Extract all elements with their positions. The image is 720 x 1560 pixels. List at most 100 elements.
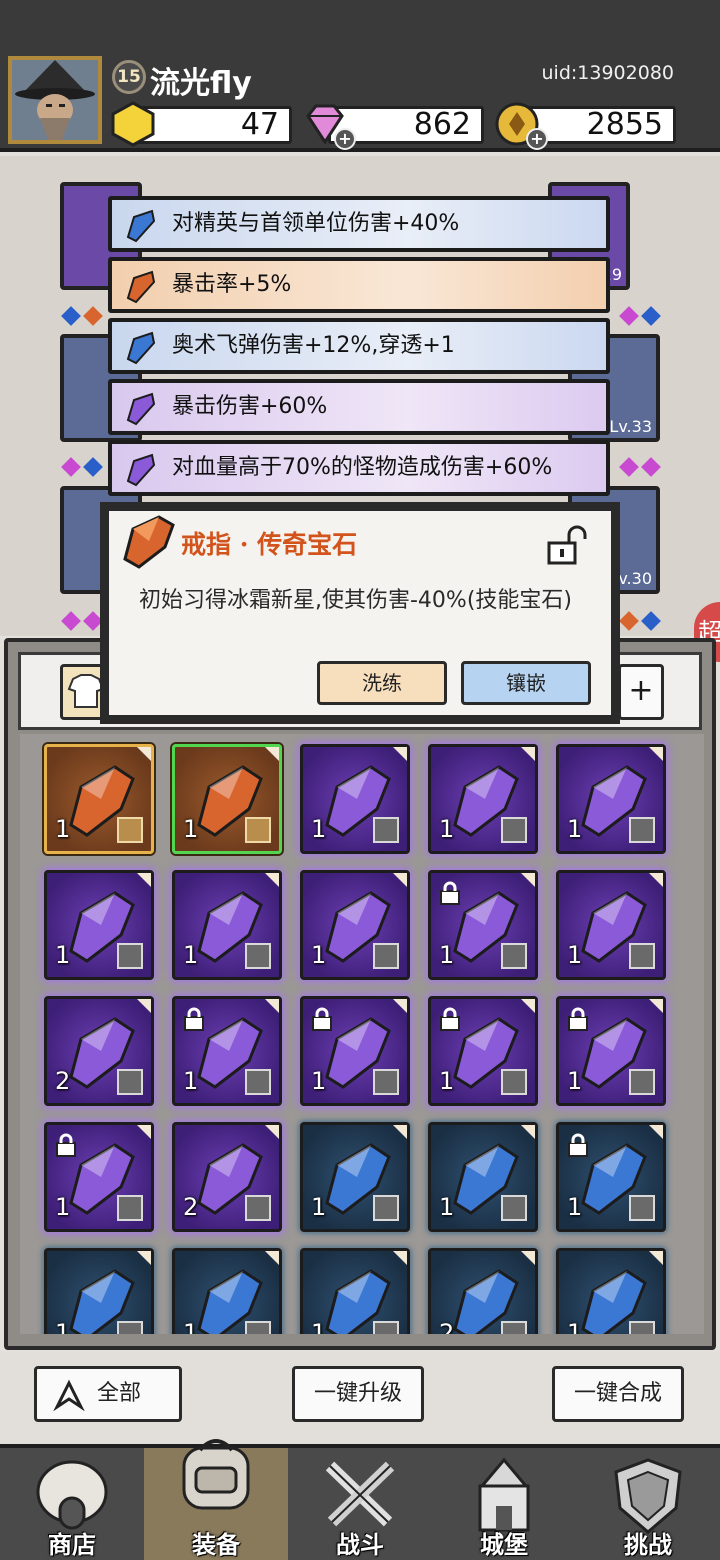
energy-hexagon-icon bbox=[111, 101, 155, 147]
inventory-slot[interactable]: 1 bbox=[172, 1248, 282, 1334]
armor-icon bbox=[501, 1321, 527, 1334]
inventory-slot[interactable]: 1 bbox=[172, 870, 282, 980]
inventory-slot[interactable]: 1 bbox=[300, 870, 410, 980]
armor-icon bbox=[373, 1321, 399, 1334]
lock-icon bbox=[56, 1133, 76, 1157]
affix-row: 暴击伤害+60% bbox=[108, 379, 610, 435]
inventory-slot[interactable]: 2 bbox=[428, 1248, 538, 1334]
affix-text: 对血量高于70%的怪物造成伤害+60% bbox=[172, 455, 553, 480]
staff-icon bbox=[245, 1069, 271, 1095]
ring-icon bbox=[245, 817, 271, 843]
crossed-swords-icon bbox=[325, 1461, 395, 1527]
item-count: 1 bbox=[567, 941, 583, 969]
backpack-icon bbox=[182, 1439, 250, 1510]
orange-gem-icon bbox=[126, 270, 156, 304]
avatar[interactable] bbox=[8, 56, 102, 144]
item-count: 1 bbox=[439, 815, 455, 843]
lock-icon bbox=[440, 881, 460, 905]
nav-challenge[interactable]: 挑战 bbox=[576, 1448, 720, 1560]
inventory-slot[interactable]: 1 bbox=[556, 744, 666, 854]
boots-icon bbox=[501, 943, 527, 969]
inventory-slot[interactable]: 1 bbox=[556, 1122, 666, 1232]
affix-row: 对血量高于70%的怪物造成伤害+60% bbox=[108, 440, 610, 496]
inventory-slot[interactable]: 1 bbox=[172, 744, 282, 854]
inventory-slot[interactable]: 1 bbox=[556, 870, 666, 980]
inventory-slot[interactable]: 1 bbox=[300, 744, 410, 854]
item-count: 1 bbox=[55, 941, 71, 969]
item-count: 1 bbox=[311, 815, 327, 843]
affix-row: 暴击率+5% bbox=[108, 257, 610, 313]
inventory-slot[interactable]: 1 bbox=[44, 744, 154, 854]
item-count: 1 bbox=[311, 1319, 327, 1334]
inventory-slot[interactable]: 1 bbox=[428, 744, 538, 854]
merge-all-button[interactable]: 一键合成 bbox=[552, 1366, 684, 1422]
item-count: 1 bbox=[55, 815, 71, 843]
lock-icon bbox=[568, 1007, 588, 1031]
staff-icon bbox=[373, 1069, 399, 1095]
castle-icon bbox=[478, 1457, 530, 1532]
gem-detail-popup: 戒指 · 传奇宝石 初始习得冰霜新星,使其伤害-40%(技能宝石) 洗练 镶嵌 bbox=[100, 502, 620, 724]
affix-text: 对精英与首领单位伤害+40% bbox=[172, 211, 460, 236]
bottom-nav: 商店 装备 战斗 城堡 挑战 bbox=[0, 1439, 720, 1560]
nav-castle-label: 城堡 bbox=[480, 1531, 528, 1559]
inventory-slot[interactable]: 1 bbox=[44, 1248, 154, 1334]
inventory-slot[interactable]: 1 bbox=[428, 996, 538, 1106]
filter-more-tab[interactable]: + bbox=[618, 664, 664, 720]
inventory-slot[interactable]: 1 bbox=[300, 1248, 410, 1334]
boots-icon bbox=[629, 943, 655, 969]
inventory-slot[interactable]: 1 bbox=[300, 996, 410, 1106]
nav-shop[interactable]: 商店 bbox=[0, 1448, 144, 1560]
item-count: 2 bbox=[55, 1067, 71, 1095]
armor-icon bbox=[629, 1321, 655, 1334]
inventory-slot[interactable]: 1 bbox=[556, 1248, 666, 1334]
triangle-up-icon bbox=[53, 1379, 85, 1411]
item-count: 1 bbox=[183, 815, 199, 843]
inventory-slot[interactable]: 1 bbox=[300, 1122, 410, 1232]
ring-icon bbox=[117, 1195, 143, 1221]
necklace-icon bbox=[501, 1195, 527, 1221]
inventory-slot[interactable]: 1 bbox=[556, 996, 666, 1106]
top-bar: 15 流光fly uid:13902080 47 862 + 2855 + bbox=[0, 0, 720, 152]
boots-icon bbox=[117, 1069, 143, 1095]
inventory-slot[interactable]: 1 bbox=[44, 1122, 154, 1232]
add-gems-button[interactable]: + bbox=[334, 128, 356, 150]
item-count: 1 bbox=[567, 1193, 583, 1221]
inventory-slot[interactable]: 2 bbox=[44, 996, 154, 1106]
inventory-slot[interactable]: 1 bbox=[172, 996, 282, 1106]
nav-battle-label: 战斗 bbox=[336, 1531, 384, 1559]
nav-challenge-label: 挑战 bbox=[624, 1531, 672, 1559]
inlay-button[interactable]: 镶嵌 bbox=[461, 661, 591, 705]
nav-equipment[interactable]: 装备 bbox=[144, 1439, 288, 1560]
inventory-slot[interactable]: 1 bbox=[428, 1122, 538, 1232]
lock-icon bbox=[312, 1007, 332, 1031]
nav-equipment-label: 装备 bbox=[192, 1531, 240, 1559]
necklace-icon bbox=[501, 817, 527, 843]
item-count: 1 bbox=[439, 941, 455, 969]
filter-all-button[interactable]: 全部 bbox=[34, 1366, 182, 1422]
inventory-slot[interactable]: 2 bbox=[172, 1122, 282, 1232]
add-coins-button[interactable]: + bbox=[526, 128, 548, 150]
nav-castle[interactable]: 城堡 bbox=[432, 1448, 576, 1560]
affix-text: 暴击伤害+60% bbox=[172, 394, 328, 419]
item-count: 1 bbox=[567, 815, 583, 843]
nav-battle[interactable]: 战斗 bbox=[288, 1448, 432, 1560]
item-count: 1 bbox=[567, 1319, 583, 1334]
staff-icon bbox=[501, 1069, 527, 1095]
inventory-slot[interactable]: 1 bbox=[44, 870, 154, 980]
necklace-icon bbox=[629, 817, 655, 843]
refine-button[interactable]: 洗练 bbox=[317, 661, 447, 705]
item-count: 1 bbox=[439, 1067, 455, 1095]
amulet-icon bbox=[245, 1195, 271, 1221]
boots-icon bbox=[373, 943, 399, 969]
armor-icon bbox=[245, 1321, 271, 1334]
inventory-slot[interactable]: 1 bbox=[428, 870, 538, 980]
legendary-gem-icon bbox=[123, 515, 175, 569]
item-count: 2 bbox=[439, 1319, 455, 1334]
popup-description: 初始习得冰霜新星,使其伤害-40%(技能宝石) bbox=[139, 588, 572, 613]
item-count: 1 bbox=[183, 1067, 199, 1095]
item-count: 1 bbox=[311, 941, 327, 969]
unlock-icon[interactable] bbox=[545, 523, 589, 567]
filter-all-label: 全部 bbox=[97, 1381, 142, 1406]
ring-icon bbox=[629, 1069, 655, 1095]
upgrade-all-button[interactable]: 一键升级 bbox=[292, 1366, 424, 1422]
